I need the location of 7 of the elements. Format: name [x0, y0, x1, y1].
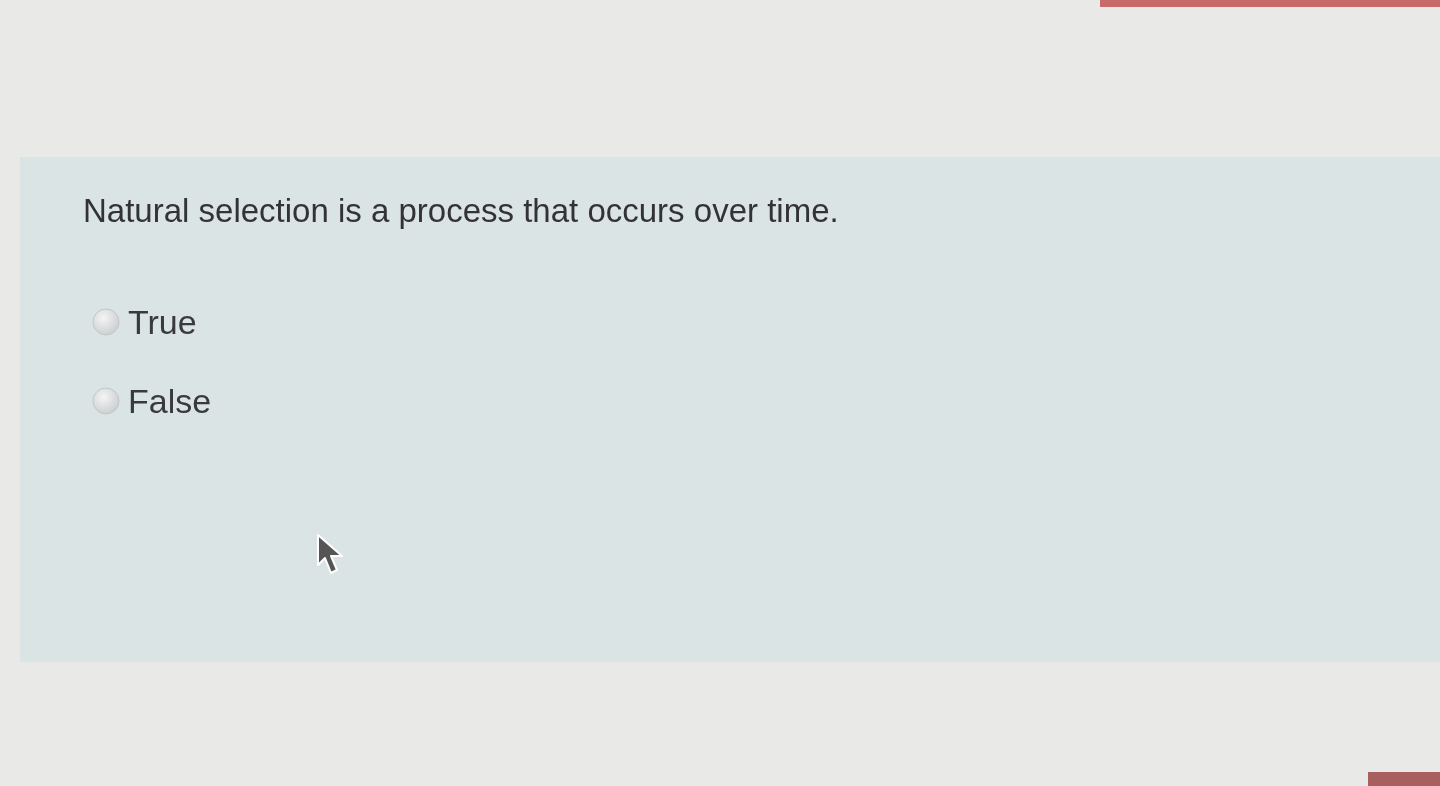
radio-button[interactable] — [92, 308, 120, 337]
question-text: Natural selection is a process that occurs over time. — [83, 191, 839, 231]
option-label: False — [128, 381, 212, 421]
cursor-icon — [316, 533, 346, 577]
option-label: True — [128, 302, 197, 342]
radio-button[interactable] — [92, 387, 120, 416]
footer-block — [1368, 772, 1440, 786]
